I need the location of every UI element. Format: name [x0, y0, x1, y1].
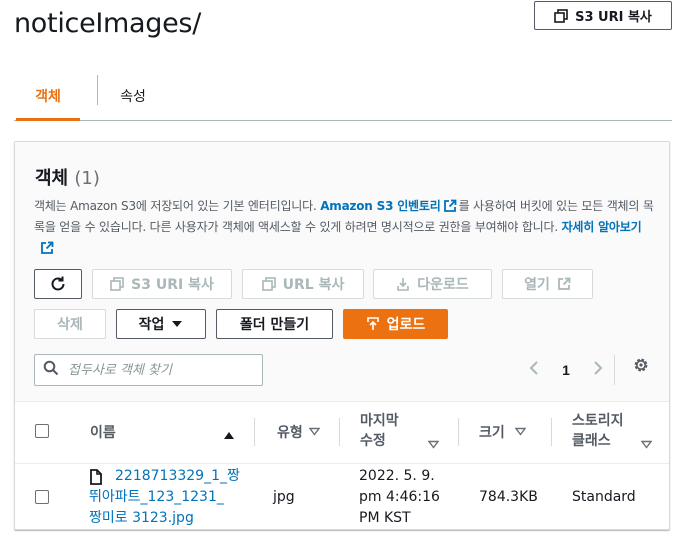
actions-label: 작업: [138, 317, 165, 333]
column-header-last-modified-line2: 수정: [360, 433, 386, 449]
column-header-last-modified-line1: 마지막: [360, 413, 399, 429]
search-input[interactable]: [68, 362, 248, 378]
download-icon: [396, 277, 410, 291]
external-link-icon: [443, 199, 456, 212]
sort-icon[interactable]: [640, 436, 653, 454]
table-top-border: [15, 401, 669, 402]
sort-icon: [308, 424, 321, 440]
storage-class: Standard: [572, 489, 636, 505]
download-label: 다운로드: [417, 277, 469, 293]
sort-icon: [514, 424, 527, 440]
sort-ascending-icon[interactable]: [223, 427, 235, 445]
search-box: [34, 354, 263, 386]
download-button[interactable]: 다운로드: [373, 269, 492, 299]
caret-down-icon: [171, 319, 183, 329]
objects-description: 객체는 Amazon S3에 저장되어 있는 기본 엔터티입니다. Amazon…: [34, 196, 654, 259]
column-header-storage-class-line2: 클래스: [572, 433, 611, 449]
column-header-size-label: 크기: [479, 425, 505, 441]
copy-url-button[interactable]: URL 복사: [242, 269, 364, 299]
last-modified-cell: 2022. 5. 9. pm 4:46:16 PM KST: [359, 466, 440, 529]
refresh-icon: [49, 275, 67, 293]
modified-line2: pm 4:46:16: [359, 489, 440, 505]
upload-label: 업로드: [386, 317, 426, 333]
copy-s3-uri-label: S3 URI 복사: [131, 277, 214, 293]
copy-icon: [261, 277, 276, 291]
column-header-storage-class[interactable]: 스토리지 클래스: [572, 411, 624, 451]
page-number[interactable]: 1: [543, 362, 589, 378]
refresh-button[interactable]: [34, 269, 82, 299]
file-name-line1: 2218713329_1_짱: [115, 468, 240, 484]
external-link-icon: [557, 277, 571, 291]
tab-bar: 객체 속성: [14, 72, 672, 121]
column-header-name-label: 이름: [90, 425, 116, 441]
objects-heading: 객체 (1): [35, 164, 100, 190]
learn-more-link[interactable]: 자세히 알아보기: [562, 220, 642, 234]
pager-divider: [614, 355, 615, 385]
column-header-size[interactable]: 크기: [479, 422, 527, 442]
chevron-right-icon[interactable]: [589, 360, 605, 381]
column-divider: [254, 418, 255, 446]
file-name-line3: 짱미로 3123.jpg: [89, 510, 194, 526]
settings-gear-icon[interactable]: [632, 356, 650, 379]
column-header-type[interactable]: 유형: [277, 422, 321, 442]
row-checkbox[interactable]: [35, 490, 49, 504]
copy-url-label: URL 복사: [282, 277, 345, 293]
actions-dropdown[interactable]: 작업: [116, 309, 206, 339]
description-text-1: 객체는 Amazon S3에 저장되어 있는 기본 엔터티입니다.: [34, 199, 321, 213]
chevron-left-icon[interactable]: [527, 360, 543, 381]
external-link-icon: [41, 241, 54, 254]
column-header-storage-class-line1: 스토리지: [572, 413, 624, 429]
copy-icon: [554, 8, 568, 23]
create-folder-button[interactable]: 폴더 만들기: [216, 309, 333, 339]
upload-button[interactable]: 업로드: [343, 309, 448, 339]
delete-button[interactable]: 삭제: [34, 309, 106, 339]
modified-line1: 2022. 5. 9.: [359, 468, 435, 484]
page-title: noticeImages/: [14, 8, 201, 39]
file-name-link[interactable]: 2218713329_1_짱 뛰아파트_123_1231_ 짱미로 3123.j…: [89, 466, 249, 529]
objects-panel: 객체 (1) 객체는 Amazon S3에 저장되어 있는 기본 엔터티입니다.…: [14, 141, 670, 530]
select-all-checkbox[interactable]: [35, 424, 49, 438]
column-header-name[interactable]: 이름: [90, 422, 116, 442]
column-divider: [339, 418, 340, 446]
copy-s3-uri-button-header[interactable]: S3 URI 복사: [534, 1, 672, 30]
table-row: 2218713329_1_짱 뛰아파트_123_1231_ 짱미로 3123.j…: [15, 464, 669, 530]
open-button[interactable]: 열기: [502, 269, 593, 299]
inventory-link[interactable]: Amazon S3 인벤토리: [320, 199, 441, 213]
search-icon: [43, 360, 59, 381]
upload-icon: [366, 317, 380, 331]
file-size: 784.3KB: [479, 489, 538, 505]
column-header-last-modified[interactable]: 마지막 수정: [360, 411, 399, 451]
column-divider: [458, 418, 459, 446]
tab-objects[interactable]: 객체: [16, 72, 80, 121]
column-header-type-label: 유형: [277, 425, 303, 441]
copy-icon: [110, 277, 124, 291]
file-name-line2: 뛰아파트_123_1231_: [89, 489, 224, 505]
sort-icon[interactable]: [427, 436, 440, 454]
copy-s3-uri-label: S3 URI 복사: [575, 10, 652, 25]
tab-properties[interactable]: 속성: [98, 72, 168, 120]
open-label: 열기: [524, 277, 550, 293]
copy-s3-uri-button[interactable]: S3 URI 복사: [92, 269, 232, 299]
objects-count: (1): [74, 168, 100, 189]
objects-heading-text: 객체: [35, 168, 69, 189]
pagination: 1: [527, 354, 605, 386]
file-type: jpg: [273, 489, 295, 505]
modified-line3: PM KST: [359, 510, 411, 526]
column-divider: [551, 418, 552, 446]
